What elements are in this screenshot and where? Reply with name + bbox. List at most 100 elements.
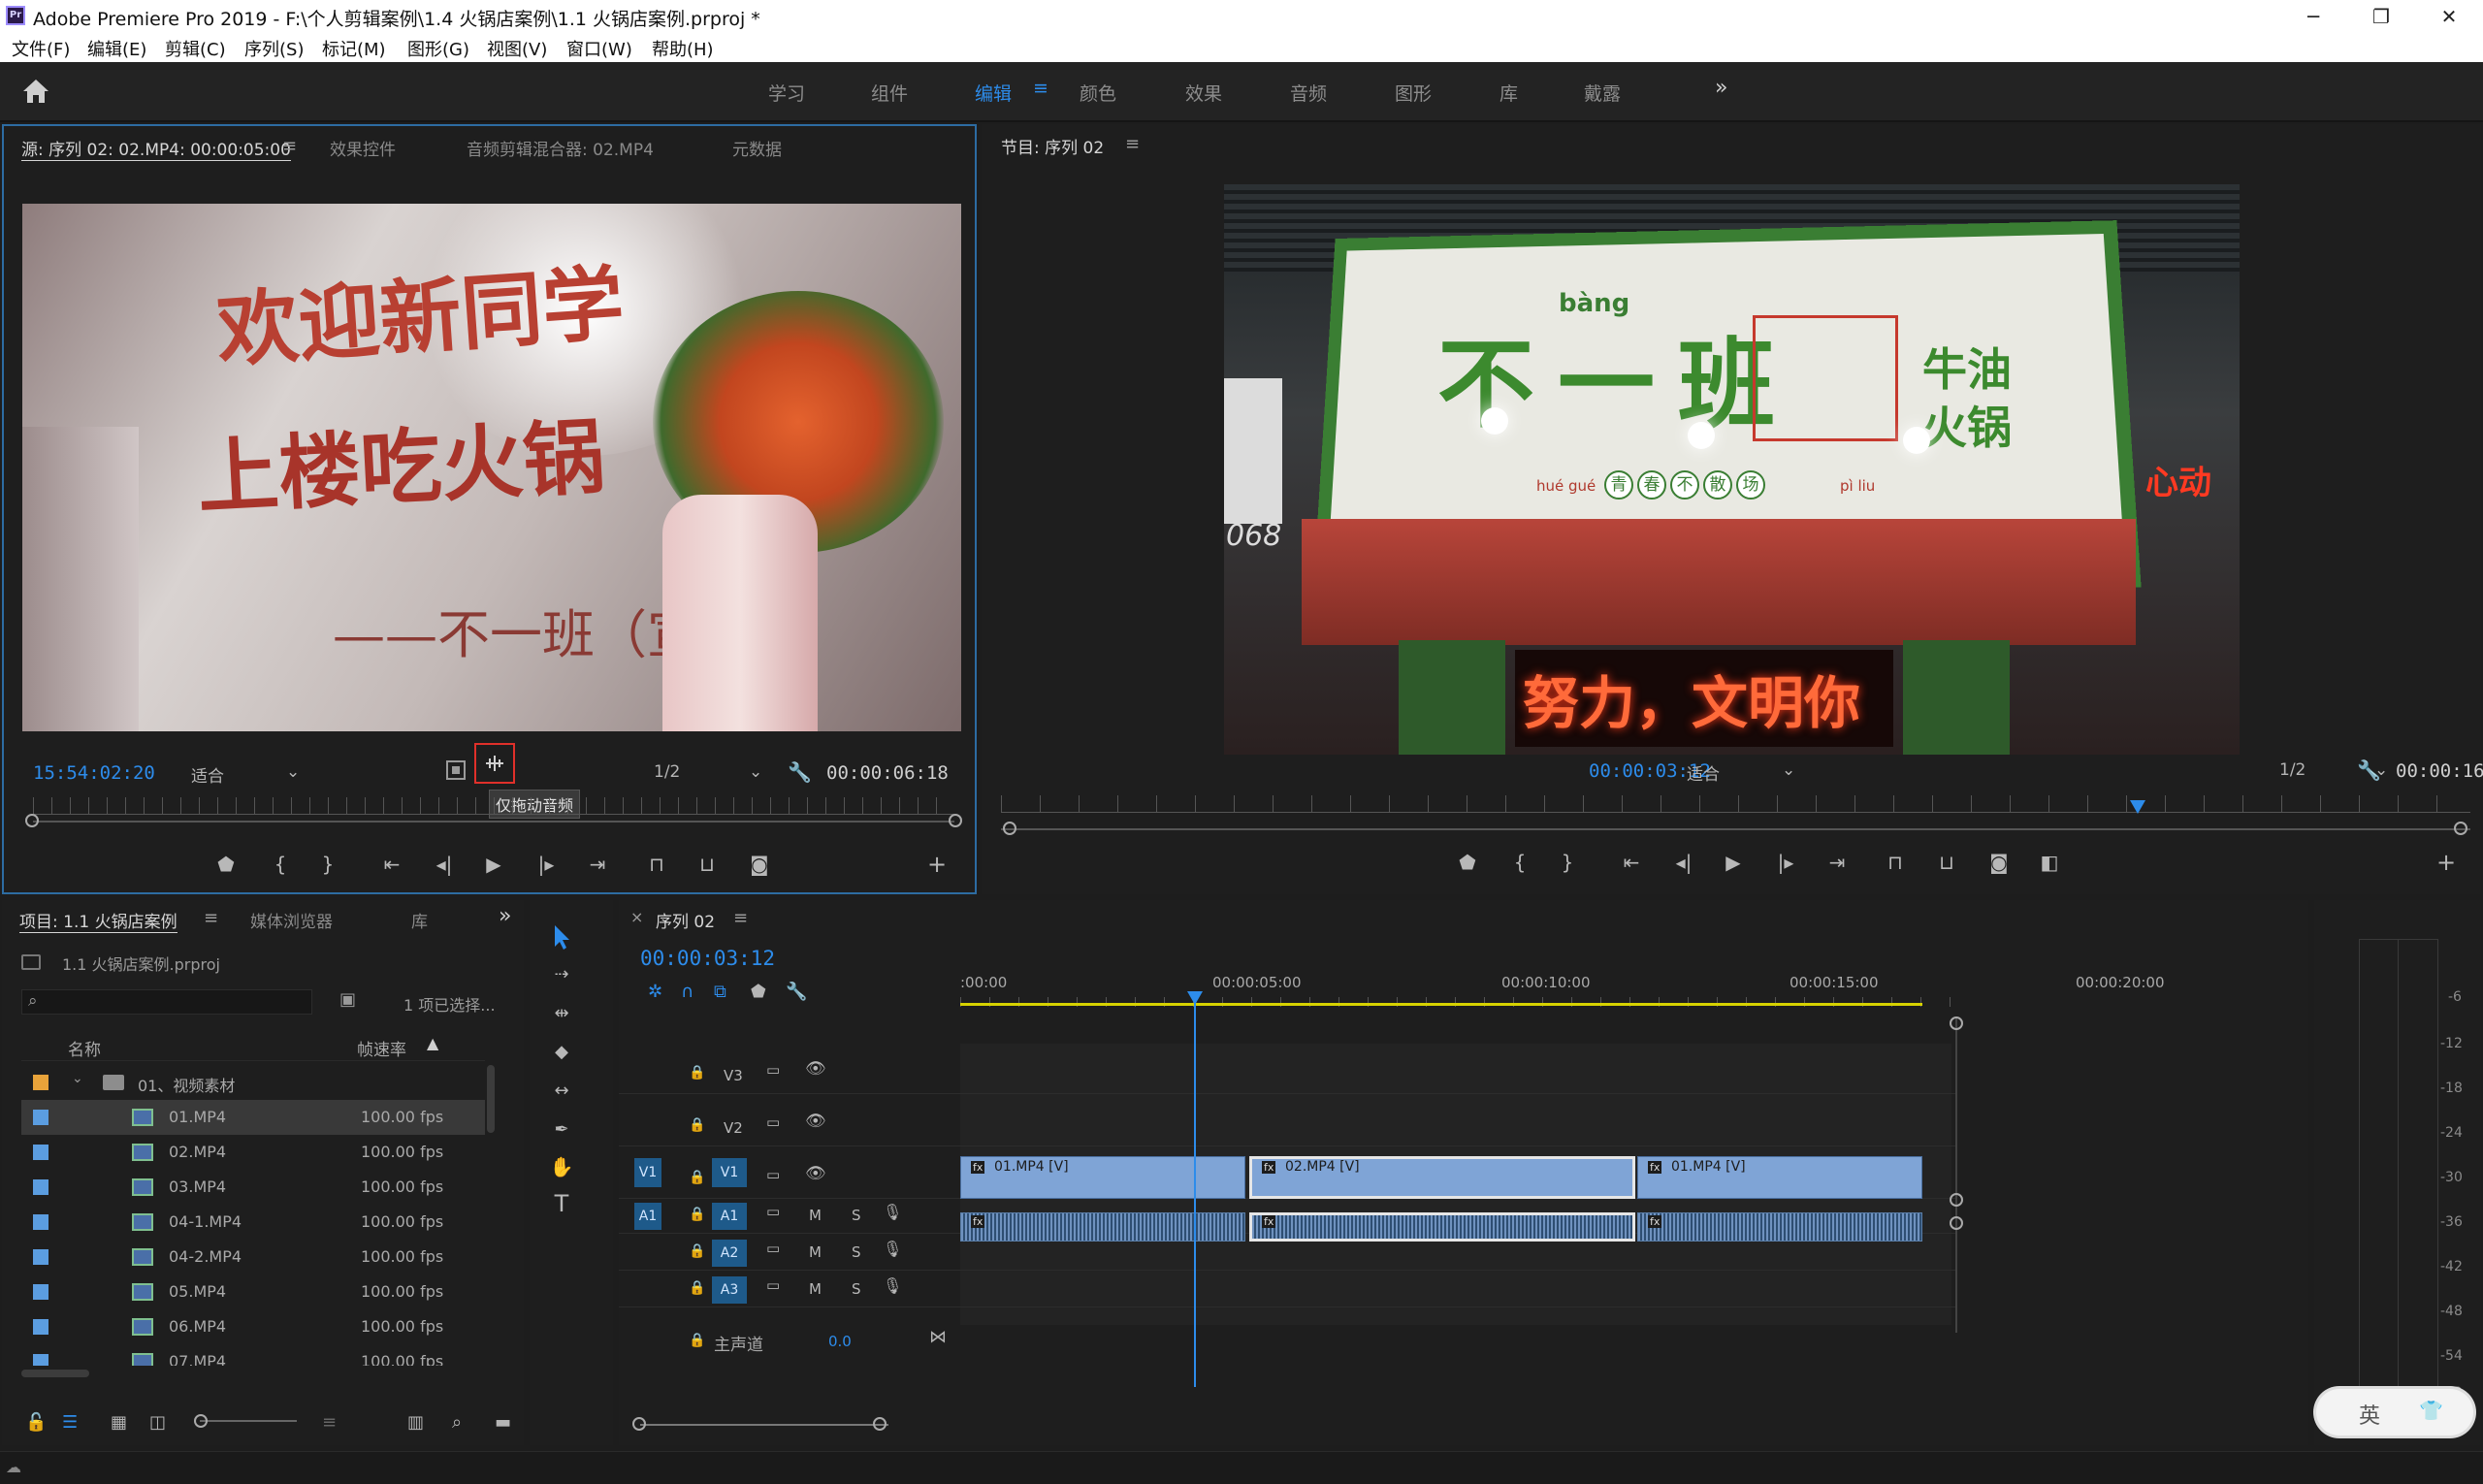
program-zoom-handle-left[interactable] [1003, 822, 1016, 835]
track-lock-icon[interactable]: 🔒 [689, 1207, 705, 1222]
tab-audio-clip-mixer[interactable]: 音频剪辑混合器: 02.MP4 [467, 136, 654, 160]
sort-icons-icon[interactable]: ≡ [322, 1412, 337, 1433]
mark-out-icon[interactable]: } [1551, 846, 1584, 879]
program-settings-wrench-icon[interactable]: 🔧 [2357, 758, 2381, 782]
add-button-plus-icon[interactable]: + [920, 848, 953, 881]
source-zoom-handle-right[interactable] [949, 814, 962, 827]
close-window-button[interactable]: ✕ [2415, 0, 2483, 33]
track-lock-icon[interactable]: 🔒 [689, 1170, 705, 1185]
step-back-icon[interactable]: ◂| [428, 848, 461, 881]
source-fit-dropdown[interactable]: 适合 ⌄ [191, 762, 306, 787]
tab-media-browser[interactable]: 媒体浏览器 [250, 908, 333, 932]
timeline-horizontal-scrollbar[interactable] [640, 1424, 888, 1426]
step-forward-icon[interactable]: |▸ [1769, 846, 1802, 879]
tab-project[interactable]: 项目: 1.1 火锅店案例 [19, 908, 177, 933]
go-to-out-icon[interactable]: ⇥ [1821, 846, 1854, 879]
source-patch-a1[interactable]: A1 [634, 1203, 661, 1230]
ime-skin-shirt-icon[interactable]: 👕 [2419, 1399, 2443, 1422]
zoom-slider-handle[interactable] [194, 1414, 208, 1428]
timeline-clip-video[interactable]: fx 01.MP4 [V] [1637, 1156, 1922, 1199]
linked-selection-icon[interactable]: ⧉ [714, 982, 726, 1002]
new-bin-from-search-icon[interactable]: ▣ [339, 989, 356, 1010]
workspace-tab-editing[interactable]: 编辑 [975, 80, 1012, 106]
project-item-row[interactable]: 05.MP4 100.00 fps [21, 1274, 485, 1309]
project-list-scrollbar[interactable] [487, 1065, 495, 1133]
overwrite-icon[interactable]: ⊔ [691, 848, 724, 881]
project-panel-menu-icon[interactable]: ≡ [204, 908, 218, 928]
toggle-sync-lock-icon[interactable]: ▭ [766, 1240, 780, 1257]
add-marker-icon[interactable]: ⬟ [751, 982, 766, 1002]
program-zoom-bar[interactable] [1001, 828, 2470, 830]
workspace-tab-graphics[interactable]: 图形 [1395, 80, 1432, 106]
workspace-more-button[interactable]: » [1715, 76, 1727, 100]
add-marker-icon[interactable]: ⬟ [210, 848, 242, 881]
project-item-row[interactable]: 02.MP4 100.00 fps [21, 1135, 485, 1170]
workspace-tab-effects[interactable]: 效果 [1185, 80, 1222, 106]
tab-sequence[interactable]: 序列 02 [656, 908, 715, 932]
creative-cloud-sync-icon[interactable]: ☁ [6, 1458, 21, 1476]
selection-tool-icon[interactable] [549, 923, 574, 951]
solo-button[interactable]: S [852, 1207, 861, 1224]
track-lock-icon[interactable]: 🔒 [689, 1243, 705, 1259]
tab-effect-controls[interactable]: 效果控件 [330, 136, 396, 160]
extract-icon[interactable]: ⊔ [1930, 846, 1963, 879]
folder-row[interactable]: ⌄ 01、视频素材 [21, 1065, 485, 1100]
automate-to-sequence-icon[interactable]: ▥ [407, 1412, 424, 1433]
toggle-sync-lock-icon[interactable]: ▭ [766, 1061, 780, 1079]
work-area-bar[interactable] [960, 1003, 1922, 1006]
tab-metadata[interactable]: 元数据 [732, 136, 782, 160]
toggle-sync-lock-icon[interactable]: ▭ [766, 1166, 780, 1183]
program-fit-dropdown[interactable]: 适合 ⌄ [1687, 760, 1801, 785]
voice-over-mic-icon[interactable]: 🎙 [883, 1203, 902, 1221]
workspace-tab-audio[interactable]: 音频 [1290, 80, 1327, 106]
project-item-row[interactable]: 01.MP4 100.00 fps [21, 1100, 485, 1135]
play-icon[interactable]: ▶ [477, 848, 510, 881]
master-volume-value[interactable]: 0.0 [828, 1333, 852, 1350]
export-frame-camera-icon[interactable]: ◙ [1983, 846, 2015, 879]
solo-button[interactable]: S [852, 1243, 861, 1261]
workspace-tab-custom[interactable]: 戴露 [1584, 80, 1621, 106]
menu-file[interactable]: 文件(F) [12, 36, 70, 61]
snap-magnet-icon[interactable]: ∩ [681, 982, 693, 1002]
timeline-playhead-line[interactable] [1194, 1001, 1196, 1387]
program-playhead-marker[interactable] [2130, 800, 2145, 814]
minimize-button[interactable]: ─ [2279, 0, 2347, 33]
track-lock-icon[interactable]: 🔒 [689, 1333, 705, 1348]
go-to-in-out-icon[interactable]: ⋈ [929, 1327, 947, 1347]
mark-in-icon[interactable]: { [264, 848, 297, 881]
maximize-button[interactable]: ❐ [2347, 0, 2415, 33]
track-label-a3[interactable]: A3 [712, 1276, 747, 1304]
workspace-tab-color[interactable]: 颜色 [1080, 80, 1116, 106]
source-zoom-handle-left[interactable] [25, 814, 39, 827]
source-playhead-timecode[interactable]: 15:54:02:20 [33, 762, 155, 784]
timeline-playhead-timecode[interactable]: 00:00:03:12 [640, 947, 775, 970]
program-video-frame[interactable]: bàng 不一班 牛油 火锅 hué gué 青 春 不 散 场 pì liu … [1224, 184, 2240, 755]
program-panel-menu-icon[interactable]: ≡ [1125, 134, 1140, 154]
track-label-v1[interactable]: V1 [712, 1158, 747, 1187]
lock-icon[interactable]: 🔓 [25, 1412, 47, 1433]
step-forward-icon[interactable]: |▸ [530, 848, 563, 881]
menu-edit[interactable]: 编辑(E) [87, 36, 146, 61]
project-item-row[interactable]: 04-2.MP4 100.00 fps [21, 1240, 485, 1274]
toggle-sync-lock-icon[interactable]: ▭ [766, 1113, 780, 1131]
pen-icon[interactable]: ✒ [545, 1113, 578, 1146]
track-label-a1[interactable]: A1 [712, 1203, 747, 1230]
project-item-row[interactable]: 03.MP4 100.00 fps [21, 1170, 485, 1205]
menu-sequence[interactable]: 序列(S) [244, 36, 304, 61]
tab-libraries[interactable]: 库 [411, 908, 428, 932]
home-icon[interactable] [21, 78, 50, 105]
source-video-frame[interactable]: 欢迎新同学 上楼吃火锅 ——不一班（宣） [22, 204, 961, 731]
hand-icon[interactable]: ✋ [545, 1150, 578, 1183]
project-item-row[interactable]: 07.MP4 100.00 fps [21, 1344, 485, 1366]
menu-marker[interactable]: 标记(M) [322, 36, 386, 61]
menu-view[interactable]: 视图(V) [487, 36, 547, 61]
mark-out-icon[interactable]: } [311, 848, 344, 881]
track-lock-icon[interactable]: 🔒 [689, 1117, 705, 1133]
source-panel-menu-icon[interactable]: ≡ [282, 136, 297, 156]
drag-video-only-icon[interactable] [446, 760, 466, 780]
timeline-vertical-scrollbar[interactable] [1955, 1016, 1957, 1333]
timeline-clip-video[interactable]: fx 01.MP4 [V] [960, 1156, 1245, 1199]
toggle-sync-lock-icon[interactable]: ▭ [766, 1203, 780, 1220]
source-time-ruler[interactable] [33, 797, 954, 815]
icon-view-icon[interactable]: ▦ [111, 1412, 127, 1433]
